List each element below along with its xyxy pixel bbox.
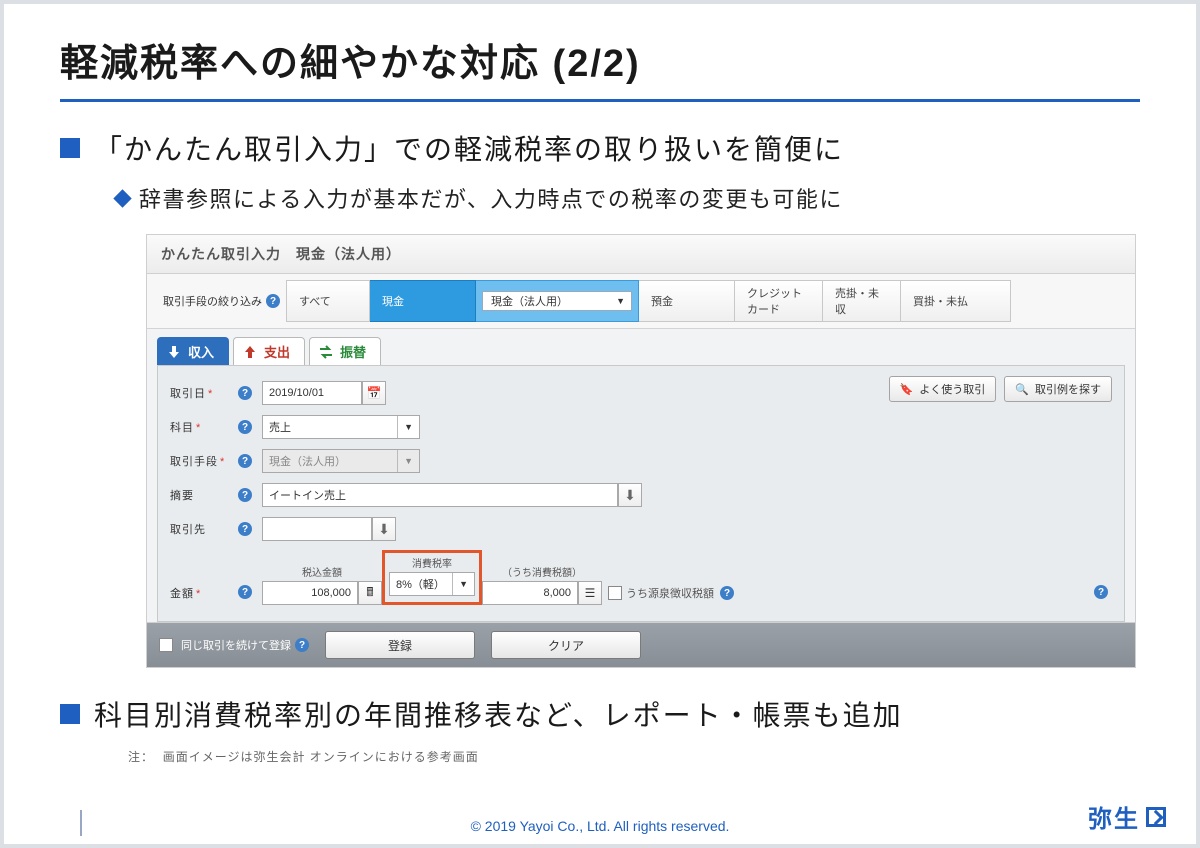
account-label: 科目* bbox=[170, 419, 238, 435]
help-icon[interactable]: ? bbox=[295, 638, 309, 652]
square-bullet-icon bbox=[60, 138, 80, 158]
help-icon[interactable]: ? bbox=[266, 294, 280, 308]
frequent-transactions-button[interactable]: 🔖 よく使う取引 bbox=[889, 376, 997, 402]
method-label: 取引手段* bbox=[170, 453, 238, 469]
tab-expense[interactable]: 支出 bbox=[233, 337, 305, 365]
help-icon[interactable]: ? bbox=[1094, 585, 1108, 599]
tax-rate-select[interactable]: 8%（軽） bbox=[389, 572, 475, 596]
filter-seg-deposit[interactable]: 預金 bbox=[639, 280, 735, 322]
tab-transfer[interactable]: 振替 bbox=[309, 337, 381, 365]
partner-label: 取引先 bbox=[170, 521, 238, 537]
account-select[interactable]: 売上 bbox=[262, 415, 420, 439]
filter-cash-select[interactable]: 現金（法人用） bbox=[482, 291, 632, 311]
partner-input[interactable] bbox=[262, 517, 372, 541]
bullet-1-sub-text: 辞書参照による入力が基本だが、入力時点での税率の変更も可能に bbox=[139, 182, 843, 214]
tax-rate-header: 消費税率 bbox=[412, 555, 452, 570]
slide-title: 軽減税率への細やかな対応 (2/2) bbox=[60, 32, 1140, 87]
entry-form: 🔖 よく使う取引 🔍 取引例を探す 取引日* ? 2019/10/01 📅 bbox=[157, 365, 1125, 622]
brand-mark-icon bbox=[1146, 807, 1166, 827]
calendar-icon[interactable]: 📅 bbox=[362, 381, 386, 405]
register-button[interactable]: 登録 bbox=[325, 631, 475, 659]
summary-label: 摘要 bbox=[170, 487, 238, 503]
help-icon[interactable]: ? bbox=[238, 420, 252, 434]
form-footer: 同じ取引を続けて登録 ? 登録 クリア bbox=[147, 622, 1135, 667]
tab-income[interactable]: 収入 bbox=[157, 337, 229, 365]
date-input[interactable]: 2019/10/01 bbox=[262, 381, 362, 405]
partner-dropdown-icon[interactable]: ⬇ bbox=[372, 517, 396, 541]
bullet-2-text: 科目別消費税率別の年間推移表など、レポート・帳票も追加 bbox=[94, 694, 903, 734]
summary-input[interactable]: イートイン売上 bbox=[262, 483, 618, 507]
diamond-bullet-icon bbox=[113, 189, 131, 207]
bookmark-icon: 🔖 bbox=[900, 383, 914, 396]
footnote: 注： 画面イメージは弥生会計 オンラインにおける参考画面 bbox=[128, 748, 1140, 765]
tax-incl-input[interactable]: 108,000 bbox=[262, 581, 358, 605]
help-icon[interactable]: ? bbox=[238, 386, 252, 400]
date-label: 取引日* bbox=[170, 385, 238, 401]
filter-bar: 取引手段の絞り込み ? すべて 現金 現金（法人用） 預金 クレジットカード 売… bbox=[147, 274, 1135, 329]
filter-seg-payable[interactable]: 買掛・未払 bbox=[901, 280, 1011, 322]
filter-seg-cash[interactable]: 現金 bbox=[370, 280, 476, 322]
tax-incl-header: 税込金額 bbox=[302, 564, 342, 579]
income-icon bbox=[166, 344, 182, 360]
bullet-1: 「かんたん取引入力」での軽減税率の取り扱いを簡便に bbox=[60, 128, 1140, 168]
filter-label: 取引手段の絞り込み ? bbox=[157, 280, 286, 322]
transfer-icon bbox=[318, 344, 334, 360]
filter-seg-receivable[interactable]: 売掛・未収 bbox=[823, 280, 901, 322]
brand-logo: 弥生 bbox=[1088, 799, 1166, 834]
summary-dropdown-icon[interactable]: ⬇ bbox=[618, 483, 642, 507]
filter-seg-credit[interactable]: クレジットカード bbox=[735, 280, 823, 322]
search-examples-button[interactable]: 🔍 取引例を探す bbox=[1004, 376, 1112, 402]
expense-icon bbox=[242, 344, 258, 360]
app-window: かんたん取引入力 現金（法人用） 取引手段の絞り込み ? すべて 現金 現金（法… bbox=[146, 234, 1136, 668]
bullet-2: 科目別消費税率別の年間推移表など、レポート・帳票も追加 bbox=[60, 694, 1140, 734]
help-icon[interactable]: ? bbox=[238, 585, 252, 599]
filter-seg-cash-corp[interactable]: 現金（法人用） bbox=[476, 280, 639, 322]
search-icon: 🔍 bbox=[1015, 383, 1029, 396]
tax-amount-input[interactable]: 8,000 bbox=[482, 581, 578, 605]
help-icon[interactable]: ? bbox=[720, 586, 734, 600]
title-underline bbox=[60, 99, 1140, 102]
bullet-1-sub: 辞書参照による入力が基本だが、入力時点での税率の変更も可能に bbox=[116, 182, 1140, 214]
help-icon[interactable]: ? bbox=[238, 522, 252, 536]
help-icon[interactable]: ? bbox=[238, 454, 252, 468]
entry-tabs: 収入 支出 振替 bbox=[157, 337, 1125, 365]
filter-seg-all[interactable]: すべて bbox=[286, 280, 370, 322]
withholding-label: うち源泉徴収税額 bbox=[626, 585, 714, 601]
withholding-checkbox[interactable] bbox=[608, 586, 622, 600]
continue-checkbox[interactable] bbox=[159, 638, 173, 652]
help-icon[interactable]: ? bbox=[238, 488, 252, 502]
copyright: © 2019 Yayoi Co., Ltd. All rights reserv… bbox=[4, 818, 1196, 834]
amount-label: 金額* bbox=[170, 585, 238, 605]
list-icon[interactable]: ☰ bbox=[578, 581, 602, 605]
app-window-title: かんたん取引入力 現金（法人用） bbox=[147, 235, 1135, 274]
square-bullet-icon bbox=[60, 704, 80, 724]
tax-amount-header: （うち消費税額） bbox=[502, 564, 582, 579]
continue-checkbox-wrap[interactable]: 同じ取引を続けて登録 ? bbox=[159, 637, 309, 653]
tax-rate-highlight: 消費税率 8%（軽） bbox=[382, 550, 482, 605]
clear-button[interactable]: クリア bbox=[491, 631, 641, 659]
method-select[interactable]: 現金（法人用） bbox=[262, 449, 420, 473]
bullet-1-text: 「かんたん取引入力」での軽減税率の取り扱いを簡便に bbox=[94, 128, 844, 168]
calculator-icon[interactable]: 🖩 bbox=[358, 581, 382, 605]
